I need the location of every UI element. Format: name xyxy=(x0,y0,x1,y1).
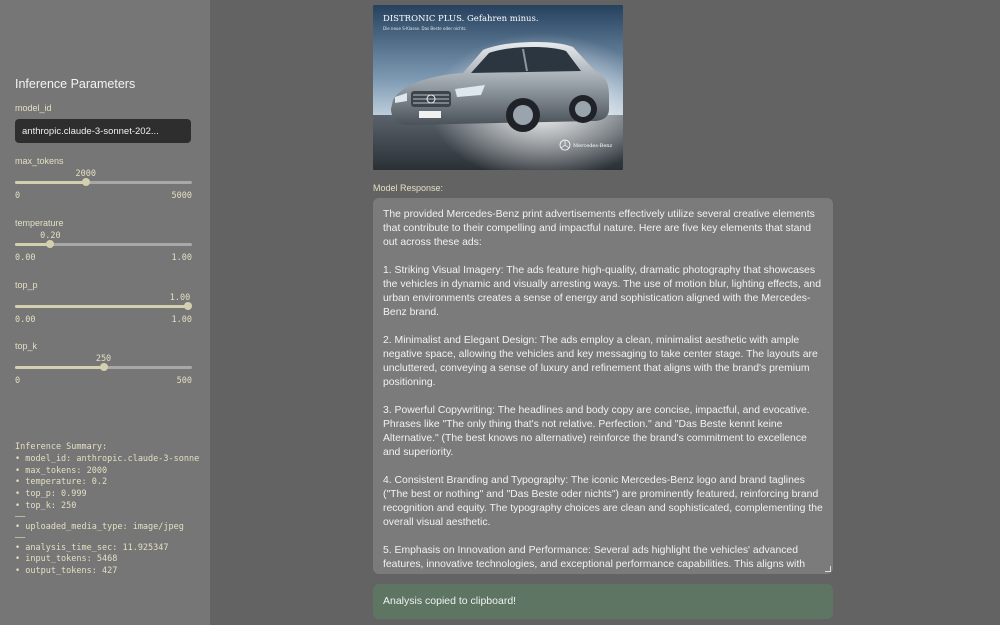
slider-max: 5000 xyxy=(171,191,192,201)
top-k-slider[interactable]: 250 0 500 xyxy=(15,354,192,386)
slider-fill xyxy=(15,181,86,184)
max-tokens-label: max_tokens xyxy=(15,156,64,166)
summary-line: • input_tokens: 5468 xyxy=(15,554,118,565)
top-k-label: top_k xyxy=(15,341,38,351)
slider-fill xyxy=(15,305,188,308)
slider-min: 0 xyxy=(15,191,21,201)
resize-handle-icon[interactable] xyxy=(825,566,831,572)
summary-separator: —— xyxy=(15,511,26,522)
model-response-textarea[interactable]: The provided Mercedes-Benz print adverti… xyxy=(373,198,833,574)
summary-heading: Inference Summary: xyxy=(15,442,108,452)
response-paragraph: 2. Minimalist and Elegant Design: The ad… xyxy=(383,335,818,388)
max-tokens-slider[interactable]: 2000 0 5000 xyxy=(15,169,192,201)
summary-line: • output_tokens: 427 xyxy=(15,566,118,577)
summary-separator: —— xyxy=(15,532,26,543)
summary-line: • top_p: 0.999 xyxy=(15,489,87,500)
slider-min: 0.00 xyxy=(15,253,36,263)
slider-thumb[interactable] xyxy=(46,240,55,248)
slider-thumb[interactable] xyxy=(184,302,192,310)
slider-min: 0.00 xyxy=(15,315,36,325)
summary-line: • analysis_time_sec: 11.925347 xyxy=(15,542,169,553)
temperature-slider[interactable]: 0.20 0.00 1.00 xyxy=(15,231,192,263)
response-paragraph: 5. Emphasis on Innovation and Performanc… xyxy=(383,545,806,570)
slider-max: 1.00 xyxy=(171,253,192,263)
slider-thumb[interactable] xyxy=(99,363,108,371)
ad-brand: Mercedes-Benz xyxy=(573,143,612,149)
inference-summary: Inference Summary: • model_id: anthropic… xyxy=(15,442,200,578)
summary-line: • top_k: 250 xyxy=(15,500,77,511)
sidebar-title: Inference Parameters xyxy=(15,77,136,91)
slider-thumb[interactable] xyxy=(81,178,90,186)
slider-max: 1.00 xyxy=(171,315,192,325)
response-paragraph: 3. Powerful Copywriting: The headlines a… xyxy=(383,405,810,458)
slider-fill xyxy=(15,243,51,246)
summary-line: • model_id: anthropic.claude-3-sonnet xyxy=(15,453,200,464)
response-paragraph: 4. Consistent Branding and Typography: T… xyxy=(383,475,823,528)
car-ad-image: DISTRONIC PLUS. Gefahren minus. Die neue… xyxy=(373,5,623,170)
sidebar: Inference Parameters model_id anthropic.… xyxy=(0,0,210,625)
slider-min: 0 xyxy=(15,376,21,386)
model-id-label: model_id xyxy=(15,103,52,113)
summary-line: • uploaded_media_type: image/jpeg xyxy=(15,521,184,532)
summary-line: • temperature: 0.2 xyxy=(15,477,108,488)
temperature-label: temperature xyxy=(15,218,64,228)
uploaded-image: DISTRONIC PLUS. Gefahren minus. Die neue… xyxy=(373,5,623,170)
top-p-label: top_p xyxy=(15,280,38,290)
clipboard-toast: Analysis copied to clipboard! xyxy=(373,584,833,619)
slider-fill xyxy=(15,366,104,369)
ad-headline: DISTRONIC PLUS. Gefahren minus. xyxy=(383,14,539,24)
top-p-slider[interactable]: 1.00 0.00 1.00 xyxy=(15,293,192,325)
model-response-label: Model Response: xyxy=(373,183,444,193)
summary-line: • max_tokens: 2000 xyxy=(15,465,108,476)
response-paragraph: 1. Striking Visual Imagery: The ads feat… xyxy=(383,265,821,318)
response-paragraph: The provided Mercedes-Benz print adverti… xyxy=(383,209,815,248)
slider-max: 500 xyxy=(176,376,192,386)
ad-subline: Die neue S-Klasse. Das Beste oder nichts… xyxy=(383,26,467,31)
model-id-select[interactable]: anthropic.claude-3-sonnet-202... xyxy=(15,119,191,143)
